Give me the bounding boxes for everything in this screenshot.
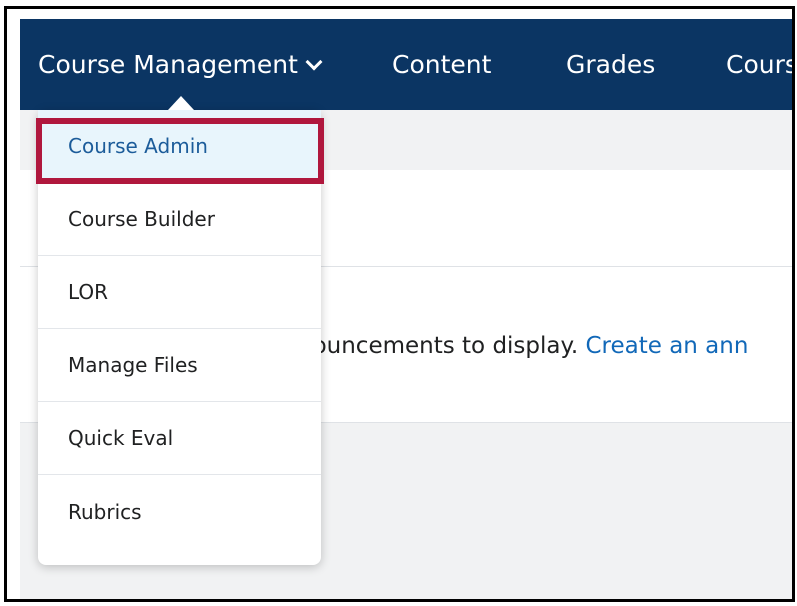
create-announcement-link[interactable]: Create an ann bbox=[585, 333, 748, 359]
menu-item-quick-eval[interactable]: Quick Eval bbox=[38, 402, 321, 475]
nav-course-tools[interactable]: Cours bbox=[726, 50, 792, 80]
menu-item-lor[interactable]: LOR bbox=[38, 256, 321, 329]
highlight-box bbox=[36, 118, 324, 184]
announcements-empty-message: nouncements to display. Create an ann bbox=[298, 331, 748, 361]
nav-grades[interactable]: Grades bbox=[566, 50, 655, 80]
dropdown-caret bbox=[168, 96, 194, 110]
screenshot-frame: Course Management Content Grades Cours n… bbox=[4, 6, 795, 602]
nav-course-management[interactable]: Course Management bbox=[38, 50, 323, 80]
nav-course-management-label: Course Management bbox=[38, 50, 298, 79]
nav-content[interactable]: Content bbox=[392, 50, 491, 80]
course-navbar: Course Management Content Grades Cours bbox=[20, 19, 792, 110]
chevron-down-icon bbox=[305, 53, 323, 71]
course-homepage: Course Management Content Grades Cours n… bbox=[20, 19, 792, 599]
announcements-empty-text: nouncements to display. bbox=[298, 333, 579, 359]
menu-item-manage-files[interactable]: Manage Files bbox=[38, 329, 321, 402]
menu-item-course-builder[interactable]: Course Builder bbox=[38, 183, 321, 256]
menu-item-rubrics[interactable]: Rubrics bbox=[38, 475, 321, 548]
